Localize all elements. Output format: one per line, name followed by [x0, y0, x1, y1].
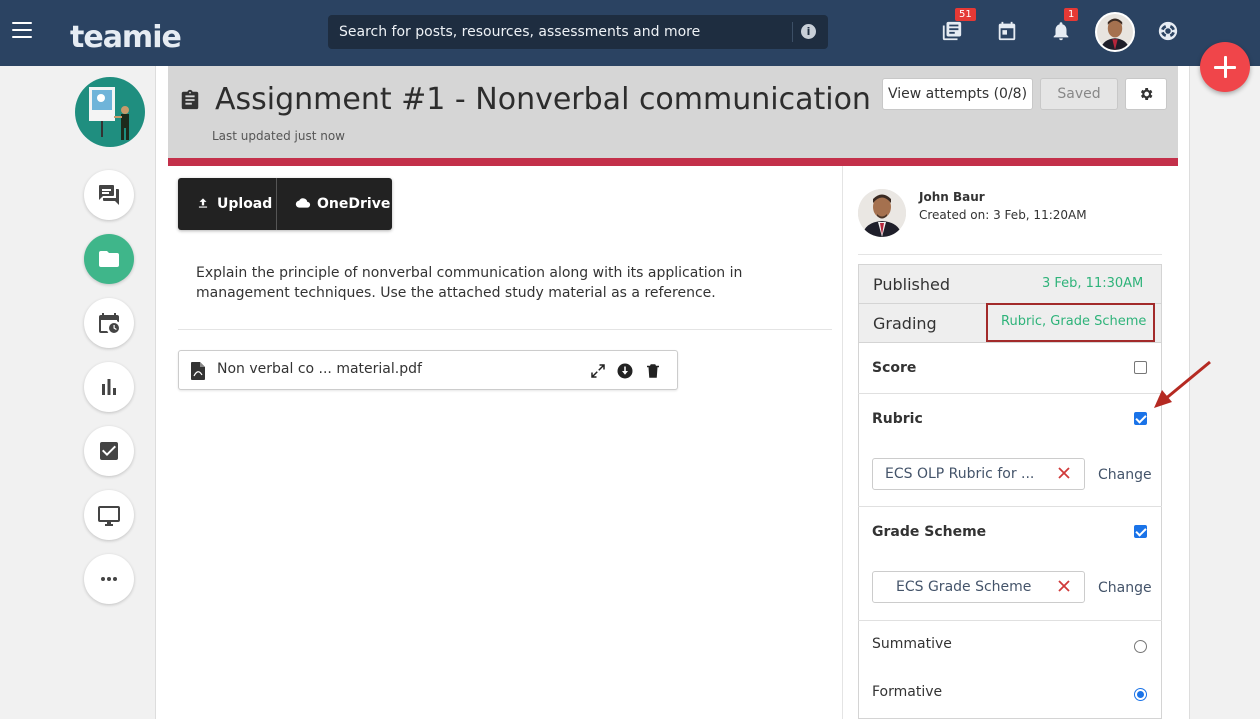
user-avatar[interactable] — [1095, 12, 1135, 52]
upload-label: Upload — [217, 196, 273, 212]
rubric-divider — [858, 506, 1162, 507]
panel-divider — [842, 166, 843, 719]
grade-scheme-value: ECS Grade Scheme — [896, 579, 1032, 595]
saved-button[interactable]: Saved — [1040, 78, 1118, 110]
formative-radio[interactable] — [1134, 688, 1147, 701]
grade-scheme-label: Grade Scheme — [872, 524, 987, 540]
download-icon[interactable] — [616, 362, 634, 380]
score-label: Score — [872, 360, 917, 376]
pdf-icon — [191, 362, 205, 380]
expand-icon[interactable] — [589, 362, 607, 380]
score-checkbox[interactable] — [1134, 361, 1147, 374]
close-icon[interactable] — [1057, 466, 1071, 480]
monitor-icon[interactable] — [84, 490, 134, 540]
author-avatar — [858, 189, 906, 237]
published-row: Published 3 Feb, 11:30AM — [858, 264, 1162, 304]
published-label: Published — [873, 275, 951, 294]
upload-button[interactable]: Upload — [178, 178, 276, 230]
cloud-icon — [295, 198, 311, 208]
course-avatar[interactable] — [75, 77, 145, 147]
grading-label: Grading — [873, 314, 937, 333]
bell-badge: 1 — [1064, 8, 1079, 21]
gear-icon — [1140, 88, 1153, 100]
created-on-text: Created on: 3 Feb, 11:20AM — [919, 208, 1087, 222]
author-name: John Baur — [919, 190, 985, 204]
rubric-value: ECS OLP Rubric for ... — [885, 466, 1035, 482]
assignment-description: Explain the principle of nonverbal commu… — [196, 265, 743, 301]
checkbox-icon[interactable] — [84, 426, 134, 476]
rubric-checkbox[interactable] — [1134, 412, 1147, 425]
close-icon[interactable] — [1057, 579, 1071, 593]
onedrive-label: OneDrive — [317, 196, 391, 212]
summative-label: Summative — [872, 636, 952, 652]
app-logo[interactable]: teamie — [70, 20, 182, 55]
search-input[interactable] — [328, 15, 788, 49]
more-icon[interactable] — [84, 554, 134, 604]
grade-scheme-divider — [858, 620, 1162, 621]
folder-icon[interactable] — [84, 234, 134, 284]
bell-icon[interactable] — [1050, 20, 1076, 46]
rubric-label: Rubric — [872, 411, 923, 427]
search-divider — [792, 22, 793, 42]
panel-divider-line — [858, 254, 1162, 255]
grade-scheme-checkbox[interactable] — [1134, 525, 1147, 538]
grade-scheme-chip: ECS Grade Scheme — [872, 571, 1085, 603]
upload-button-group: Upload OneDrive — [178, 178, 392, 230]
clipboard-icon — [179, 88, 201, 112]
published-value[interactable]: 3 Feb, 11:30AM — [1042, 276, 1143, 291]
attachment-card[interactable]: Non verbal co ... material.pdf — [178, 350, 678, 390]
summative-radio[interactable] — [1134, 640, 1147, 653]
formative-label: Formative — [872, 684, 943, 700]
annotation-arrow — [1154, 360, 1211, 408]
rubric-change-link[interactable]: Change — [1098, 467, 1152, 483]
rubric-chip: ECS OLP Rubric for ... — [872, 458, 1085, 490]
upload-icon — [198, 198, 208, 208]
score-divider — [858, 393, 1162, 394]
onedrive-button[interactable]: OneDrive — [277, 178, 392, 230]
discussion-icon[interactable] — [84, 170, 134, 220]
info-icon[interactable]: i — [801, 24, 816, 39]
library-badge: 51 — [955, 8, 976, 21]
last-updated-text: Last updated just now — [212, 129, 345, 143]
page-title: Assignment #1 - Nonverbal communication — [215, 82, 871, 117]
grade-scheme-change-link[interactable]: Change — [1098, 580, 1152, 596]
view-attempts-button[interactable]: View attempts (0/8) — [882, 78, 1033, 110]
calendar-clock-icon[interactable] — [84, 298, 134, 348]
header-accent-bar — [168, 158, 1178, 166]
library-icon[interactable] — [941, 20, 967, 46]
calendar-icon[interactable] — [996, 20, 1022, 46]
search-bar: i — [328, 15, 828, 49]
grading-highlight-box — [986, 303, 1155, 342]
help-icon[interactable] — [1157, 20, 1183, 46]
menu-icon[interactable] — [12, 22, 32, 42]
attachment-name[interactable]: Non verbal co ... material.pdf — [217, 361, 422, 377]
add-button[interactable] — [1200, 42, 1250, 92]
settings-button[interactable] — [1125, 78, 1167, 110]
trash-icon[interactable] — [644, 362, 662, 380]
content-divider — [178, 329, 832, 330]
bar-chart-icon[interactable] — [84, 362, 134, 412]
top-bar: teamie i 51 1 — [0, 0, 1260, 66]
